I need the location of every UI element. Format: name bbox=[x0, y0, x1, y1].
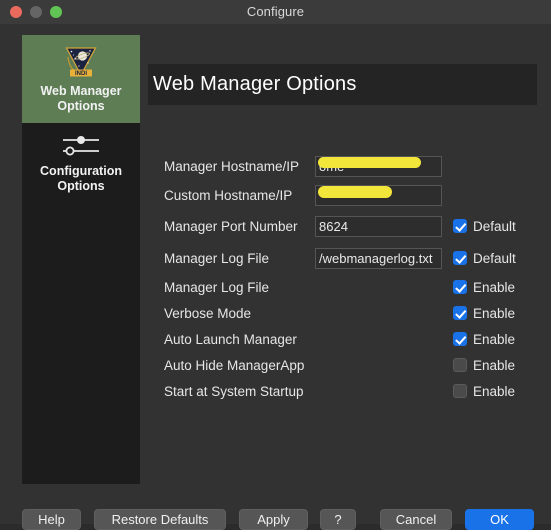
window-content: INDI Web Manager Options Configuration O… bbox=[0, 24, 551, 530]
options-form: Manager Hostname/IP Custom Hostname/IP M… bbox=[148, 152, 543, 404]
checkbox-label-verbose-mode: Enable bbox=[473, 305, 516, 321]
label-auto-launch-manager: Auto Launch Manager bbox=[164, 331, 297, 347]
checkbox-group-auto-hide-managerapp[interactable]: Enable bbox=[453, 358, 515, 373]
input-custom-hostname-ip[interactable] bbox=[315, 184, 442, 206]
label-manager-port-number: Manager Port Number bbox=[164, 218, 298, 234]
window-title: Configure bbox=[246, 4, 305, 19]
form-row-start-at-system-startup: Start at System Startup Enable bbox=[148, 378, 543, 404]
checkbox-group-manager-log-file-default[interactable]: Default bbox=[453, 251, 516, 266]
label-start-at-system-startup: Start at System Startup bbox=[164, 383, 304, 399]
label-manager-hostname-ip: Manager Hostname/IP bbox=[164, 158, 300, 174]
form-row-auto-launch-manager: Auto Launch Manager Enable bbox=[148, 326, 543, 352]
sidebar-item-configuration-options[interactable]: Configuration Options bbox=[22, 123, 140, 203]
checkbox-group-verbose-mode[interactable]: Enable bbox=[453, 306, 515, 321]
label-verbose-mode: Verbose Mode bbox=[164, 305, 252, 321]
checkbox-label-auto-hide-managerapp: Enable bbox=[473, 357, 516, 373]
checkbox-label-start-at-system-startup: Enable bbox=[473, 383, 516, 399]
checkbox-start-at-system-startup[interactable] bbox=[453, 384, 467, 398]
checkbox-group-manager-port-default[interactable]: Default bbox=[453, 219, 516, 234]
form-row-custom-hostname-ip: Custom Hostname/IP bbox=[148, 180, 543, 210]
sidebar-item-web-manager-options-label: Web Manager Options bbox=[26, 84, 136, 114]
form-row-manager-log-file: Manager Log File Enable bbox=[148, 274, 543, 300]
cancel-button[interactable]: Cancel bbox=[380, 509, 452, 530]
apply-button[interactable]: Apply bbox=[239, 509, 308, 530]
window-titlebar: Configure bbox=[0, 0, 551, 25]
sidebar-label-line2: Options bbox=[57, 179, 105, 193]
checkbox-label-manager-log-file-default: Default bbox=[473, 250, 516, 266]
input-manager-hostname-ip[interactable] bbox=[315, 155, 442, 177]
sliders-icon bbox=[26, 131, 136, 161]
label-manager-log-file: Manager Log File bbox=[164, 279, 270, 295]
ok-button[interactable]: OK bbox=[465, 509, 534, 530]
help-button[interactable]: Help bbox=[22, 509, 81, 530]
dialog-button-bar: Help Restore Defaults Apply ? Cancel OK bbox=[0, 484, 551, 530]
label-manager-log-file-path: Manager Log File bbox=[164, 250, 270, 266]
checkbox-manager-log-file-default[interactable] bbox=[453, 251, 467, 265]
checkbox-manager-log-file[interactable] bbox=[453, 280, 467, 294]
checkbox-group-start-at-system-startup[interactable]: Enable bbox=[453, 384, 515, 399]
indi-logo-icon: INDI bbox=[26, 43, 136, 81]
checkbox-auto-launch-manager[interactable] bbox=[453, 332, 467, 346]
form-row-verbose-mode: Verbose Mode Enable bbox=[148, 300, 543, 326]
page-title: Web Manager Options bbox=[153, 73, 357, 95]
configure-window: Configure INDI Web Manager Options Confi… bbox=[0, 0, 551, 530]
form-row-manager-log-file-path: Manager Log File Default bbox=[148, 242, 543, 274]
restore-defaults-button[interactable]: Restore Defaults bbox=[94, 509, 226, 530]
sidebar-label-line2: Options bbox=[57, 99, 105, 113]
svg-text:INDI: INDI bbox=[75, 71, 87, 77]
checkbox-auto-hide-managerapp[interactable] bbox=[453, 358, 467, 372]
sidebar: INDI Web Manager Options Configuration O… bbox=[22, 35, 140, 484]
form-row-manager-port-number: Manager Port Number Default bbox=[148, 210, 543, 242]
checkbox-label-auto-launch-manager: Enable bbox=[473, 331, 516, 347]
form-row-auto-hide-managerapp: Auto Hide ManagerApp Enable bbox=[148, 352, 543, 378]
checkbox-manager-port-default[interactable] bbox=[453, 219, 467, 233]
input-manager-port-number[interactable] bbox=[315, 215, 442, 237]
label-custom-hostname-ip: Custom Hostname/IP bbox=[164, 187, 293, 203]
checkbox-group-auto-launch-manager[interactable]: Enable bbox=[453, 332, 515, 347]
sidebar-item-web-manager-options[interactable]: INDI Web Manager Options bbox=[22, 35, 140, 123]
form-row-manager-hostname-ip: Manager Hostname/IP bbox=[148, 152, 543, 180]
input-manager-log-file-path[interactable] bbox=[315, 247, 442, 269]
label-auto-hide-managerapp: Auto Hide ManagerApp bbox=[164, 357, 305, 373]
question-help-button[interactable]: ? bbox=[320, 509, 356, 530]
checkbox-group-manager-log-file[interactable]: Enable bbox=[453, 280, 515, 295]
checkbox-label-manager-port-default: Default bbox=[473, 218, 516, 234]
sidebar-item-configuration-options-label: Configuration Options bbox=[26, 164, 136, 194]
page-header-banner: Web Manager Options bbox=[148, 64, 537, 105]
checkbox-label-manager-log-file: Enable bbox=[473, 279, 516, 295]
sidebar-label-line1: Configuration bbox=[40, 164, 122, 178]
sidebar-label-line1: Web Manager bbox=[40, 84, 122, 98]
checkbox-verbose-mode[interactable] bbox=[453, 306, 467, 320]
